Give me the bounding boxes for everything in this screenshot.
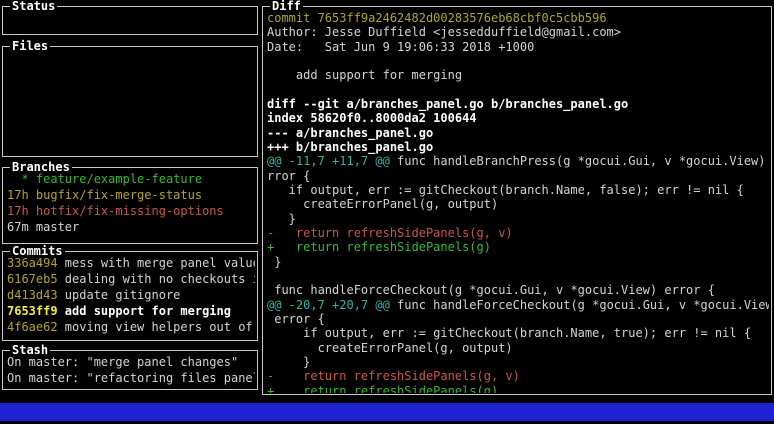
commit-sha: 4f6ae62 [7, 320, 65, 334]
branch-recency: 17h [7, 188, 36, 202]
branch-row[interactable]: 17h bugfix/fix-merge-status [7, 187, 255, 203]
diff-line [267, 54, 769, 68]
commit-sha: 6167eb5 [7, 272, 65, 286]
diff-line: --- a/branches_panel.go [267, 126, 769, 140]
stash-item[interactable]: On master: "merge panel changes" [7, 354, 255, 370]
stash-list: On master: "merge panel changes"On maste… [7, 354, 255, 388]
diff-line: commit 7653ff9a2462482d00283576eb68cbf0c… [267, 11, 769, 25]
branch-row[interactable]: 17h hotfix/fix-missing-options [7, 203, 255, 219]
commit-row[interactable]: 336a494 mess with merge panel value [7, 255, 255, 271]
keybindings-bar: g: reset to this commit, r: rename, s: s… [0, 403, 774, 421]
commit-message: dealing with no checkouts i [65, 272, 255, 286]
diff-panel[interactable]: Diff commit 7653ff9a2462482d00283576eb68… [262, 6, 772, 395]
branches-list: * feature/example-feature17h bugfix/fix-… [7, 171, 255, 242]
commit-sha: d413d43 [7, 288, 65, 302]
diff-line: if output, err := gitCheckout(branch.Nam… [267, 183, 769, 197]
commit-message: moving view helpers out of [65, 320, 253, 334]
diff-line: + return refreshSidePanels(g) [267, 384, 769, 393]
branch-recency: 67m [7, 220, 36, 234]
lazygit-terminal: Status ↑?↓? feature/example-feature File… [0, 0, 774, 424]
branches-panel[interactable]: Branches * feature/example-feature17h bu… [2, 167, 258, 244]
files-list [7, 50, 255, 155]
commit-sha: 336a494 [7, 256, 65, 270]
branch-recency: * [7, 172, 36, 186]
commits-panel[interactable]: Commits 336a494 mess with merge panel va… [2, 251, 258, 341]
diff-line: if output, err := gitCheckout(branch.Nam… [267, 326, 769, 340]
diff-line: index 58620f0..8000da2 100644 [267, 111, 769, 125]
diff-line: diff --git a/branches_panel.go b/branche… [267, 97, 769, 111]
hunk-header-context: func handleForceCheckout(g *gocui.Gui, v… [390, 298, 769, 312]
commit-message: add support for merging [65, 304, 231, 318]
hunk-header-context: func handleBranchPress(g *gocui.Gui, v *… [390, 154, 769, 168]
commit-message: update gitignore [65, 288, 181, 302]
stash-item[interactable]: On master: "refactoring files panel [7, 370, 255, 386]
diff-line: @@ -11,7 +11,7 @@ func handleBranchPress… [267, 154, 769, 168]
diff-line: + return refreshSidePanels(g) [267, 240, 769, 254]
hunk-header-range: @@ -11,7 +11,7 @@ [267, 154, 390, 168]
diff-line: rror { [267, 169, 769, 183]
diff-line: } [267, 212, 769, 226]
branch-name: bugfix/fix-merge-status [36, 188, 202, 202]
diff-line: +++ b/branches_panel.go [267, 140, 769, 154]
commit-row[interactable]: 4f6ae62 moving view helpers out of [7, 319, 255, 335]
diff-content: commit 7653ff9a2462482d00283576eb68cbf0c… [267, 11, 769, 393]
hunk-header-range: @@ -20,7 +20,7 @@ [267, 298, 390, 312]
diff-line: Date: Sat Jun 9 19:06:33 2018 +1000 [267, 40, 769, 54]
commit-message: mess with merge panel value [65, 256, 255, 270]
diff-line: add support for merging [267, 68, 769, 82]
diff-line: @@ -20,7 +20,7 @@ func handleForceChecko… [267, 298, 769, 312]
diff-line: createErrorPanel(g, output) [267, 341, 769, 355]
diff-line: func handleForceCheckout(g *gocui.Gui, v… [267, 283, 769, 297]
diff-line: createErrorPanel(g, output) [267, 197, 769, 211]
branch-recency: 17h [7, 204, 36, 218]
diff-line: error { [267, 312, 769, 326]
diff-line: } [267, 355, 769, 369]
commits-list: 336a494 mess with merge panel value6167e… [7, 255, 255, 339]
status-panel[interactable]: Status ↑?↓? feature/example-feature [2, 6, 258, 35]
diff-line: - return refreshSidePanels(g, v) [267, 226, 769, 240]
diff-line: Author: Jesse Duffield <jessedduffield@g… [267, 25, 769, 39]
branch-row[interactable]: 67m master [7, 219, 255, 235]
branch-name: hotfix/fix-missing-options [36, 204, 224, 218]
diff-line: - return refreshSidePanels(g, v) [267, 369, 769, 383]
stash-panel[interactable]: Stash On master: "merge panel changes"On… [2, 350, 258, 390]
diff-line [267, 269, 769, 283]
commit-row[interactable]: 7653ff9 add support for merging [7, 303, 255, 319]
commit-row[interactable]: d413d43 update gitignore [7, 287, 255, 303]
branch-name: feature/example-feature [36, 172, 202, 186]
commit-row[interactable]: 6167eb5 dealing with no checkouts i [7, 271, 255, 287]
commit-sha: 7653ff9 [7, 304, 65, 318]
diff-line: } [267, 255, 769, 269]
branch-name: master [36, 220, 79, 234]
diff-line [267, 83, 769, 97]
files-panel[interactable]: Files [2, 46, 258, 157]
branch-row[interactable]: * feature/example-feature [7, 171, 255, 187]
